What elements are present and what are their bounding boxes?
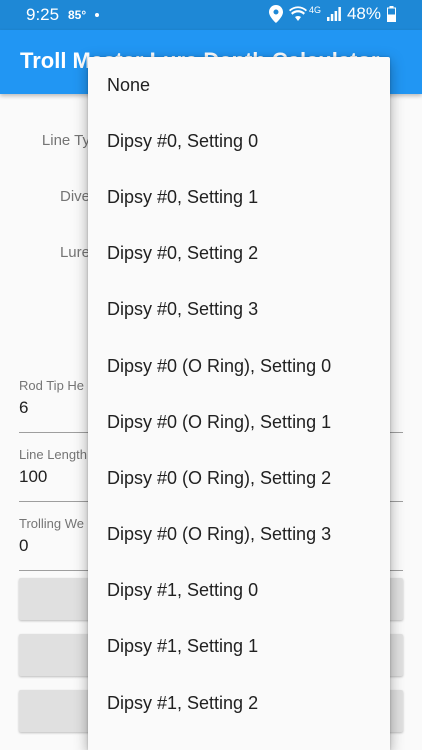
dropdown-item-dipsy0-oring-setting1[interactable]: Dipsy #0 (O Ring), Setting 1	[88, 394, 390, 450]
dropdown-item-dipsy1-setting0[interactable]: Dipsy #1, Setting 0	[88, 563, 390, 619]
dropdown-item-dipsy1-setting2[interactable]: Dipsy #1, Setting 2	[88, 675, 390, 731]
dropdown-item-dipsy0-setting0[interactable]: Dipsy #0, Setting 0	[88, 113, 390, 169]
dropdown-item-dipsy0-oring-setting2[interactable]: Dipsy #0 (O Ring), Setting 2	[88, 450, 390, 506]
dropdown-item-dipsy0-setting1[interactable]: Dipsy #0, Setting 1	[88, 169, 390, 225]
dropdown-item-dipsy0-oring-setting0[interactable]: Dipsy #0 (O Ring), Setting 0	[88, 338, 390, 394]
diver-dropdown-menu: None Dipsy #0, Setting 0 Dipsy #0, Setti…	[88, 57, 390, 750]
dropdown-item-none[interactable]: None	[88, 57, 390, 113]
dropdown-item-dipsy0-setting3[interactable]: Dipsy #0, Setting 3	[88, 282, 390, 338]
dropdown-item-dipsy1-setting1[interactable]: Dipsy #1, Setting 1	[88, 619, 390, 675]
dropdown-item-dipsy0-oring-setting3[interactable]: Dipsy #0 (O Ring), Setting 3	[88, 507, 390, 563]
dropdown-item-dipsy0-setting2[interactable]: Dipsy #0, Setting 2	[88, 226, 390, 282]
